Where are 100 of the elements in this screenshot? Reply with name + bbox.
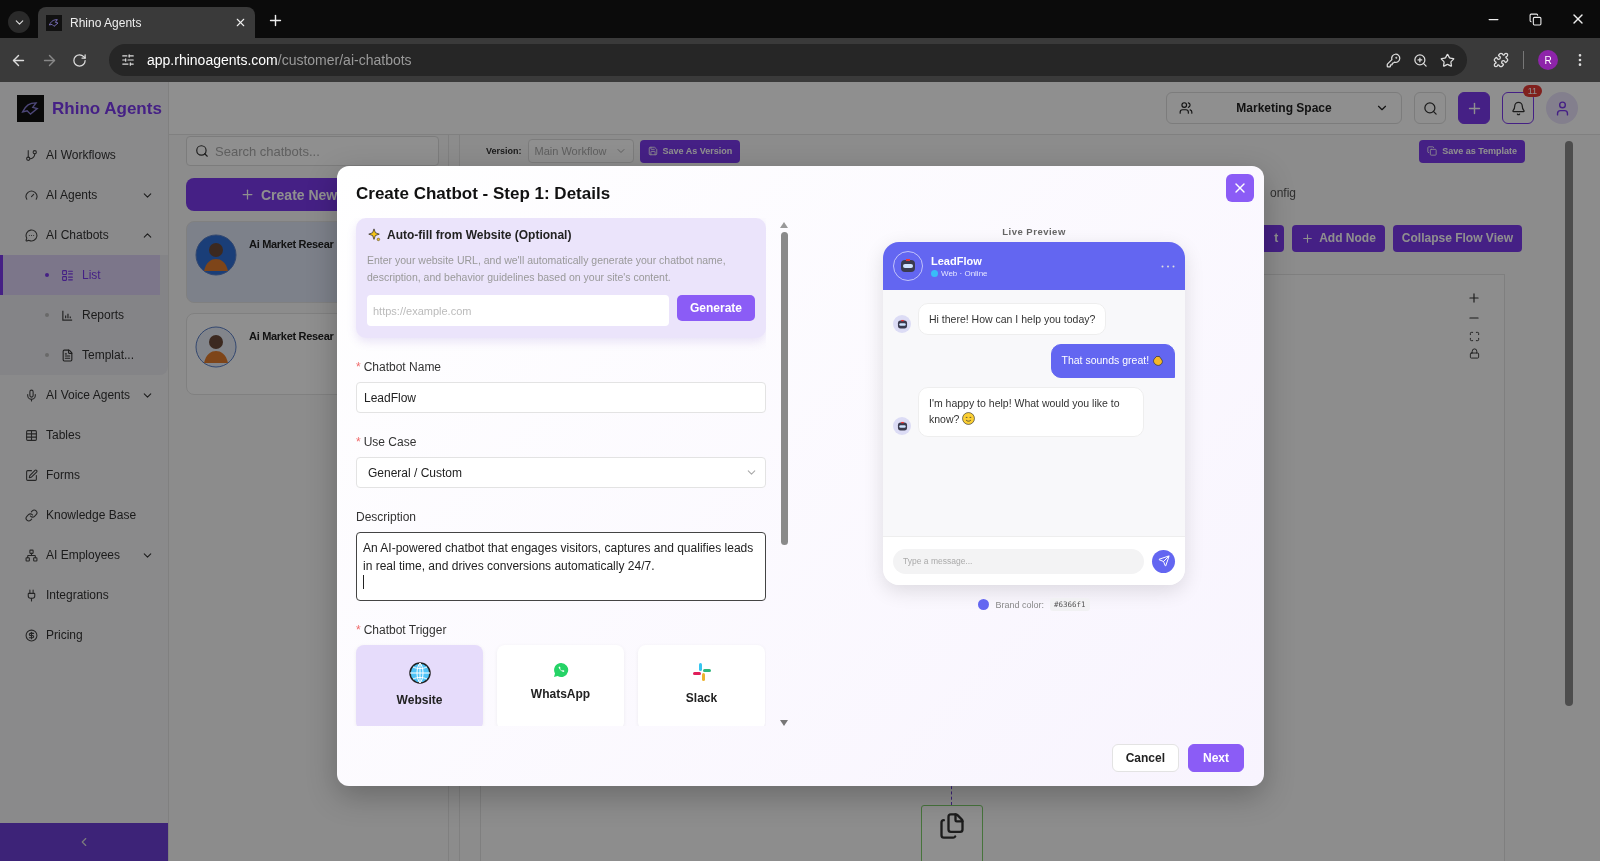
gauge-icon — [25, 188, 38, 202]
lock-icon[interactable] — [1468, 348, 1480, 359]
message-bubble: I'm happy to help! What would you like to know? — [918, 387, 1144, 437]
save-as-version-button[interactable]: Save As Version — [639, 139, 741, 163]
next-button[interactable]: Next — [1188, 744, 1244, 772]
branch-icon — [25, 148, 38, 162]
search-button[interactable] — [1414, 92, 1446, 124]
nav-subitem[interactable]: List — [0, 255, 160, 295]
bell-icon — [1510, 100, 1526, 116]
brand-name: Rhino Agents — [52, 98, 162, 119]
nav-item[interactable]: AI Employees — [0, 535, 168, 575]
nav-item[interactable]: AI Workflows — [0, 135, 168, 175]
scroll-up-icon[interactable] — [780, 222, 788, 228]
nav-item[interactable]: AI Chatbots — [0, 215, 168, 255]
save-as-template-button[interactable]: Save as Template — [1419, 139, 1525, 163]
avatar — [195, 234, 237, 276]
save-icon — [647, 146, 658, 156]
notifications-button[interactable] — [1502, 92, 1534, 124]
browser-tab[interactable]: Rhino Agents — [38, 7, 255, 38]
globe-icon — [408, 662, 431, 684]
table-icon — [25, 428, 38, 442]
user-avatar[interactable] — [1546, 92, 1578, 124]
nav-subitem[interactable]: Reports — [0, 295, 160, 335]
extensions-icon[interactable] — [1493, 52, 1509, 68]
documents-icon — [938, 812, 966, 840]
input-field[interactable]: LeadFlow — [356, 382, 766, 413]
star-icon[interactable] — [1440, 52, 1455, 68]
brand-color-dot — [978, 599, 990, 610]
microphone-icon — [25, 388, 38, 402]
trigger-option[interactable]: Website — [356, 645, 483, 726]
tab[interactable]: onfig — [1270, 186, 1297, 200]
robot-icon — [895, 317, 909, 331]
site-info-icon[interactable] — [121, 53, 135, 67]
cancel-button[interactable]: Cancel — [1111, 744, 1179, 772]
reload-icon[interactable] — [72, 52, 87, 68]
scrollbar-thumb[interactable] — [780, 232, 788, 545]
avatar — [195, 326, 237, 368]
required-mark: * — [356, 360, 361, 374]
notification-badge: 11 — [1522, 85, 1542, 97]
text-area[interactable]: An AI-powered chatbot that engages visitors, captures and qualifies leads in real time, and drives conversions automatically 24/7. — [356, 532, 766, 601]
select-field[interactable]: General / Custom — [356, 457, 766, 488]
brand-color-label: Brand color: — [995, 599, 1044, 610]
trigger-option[interactable]: Slack — [638, 645, 765, 726]
sparkle-icon — [367, 228, 381, 242]
scrollbar-thumb[interactable] — [1565, 141, 1573, 706]
version-label: Version: — [486, 146, 522, 156]
search-icon — [195, 144, 209, 158]
flow-node[interactable] — [921, 805, 983, 861]
new-tab-icon[interactable] — [267, 12, 284, 29]
logo-icon — [17, 95, 44, 122]
nav-item[interactable]: Knowledge Base — [0, 495, 168, 535]
restore-icon[interactable] — [1529, 12, 1542, 26]
send-button[interactable] — [1152, 549, 1175, 573]
preview-title: Live Preview — [1002, 226, 1066, 239]
nav-subitem[interactable]: Templat... — [0, 335, 160, 375]
key-icon[interactable] — [1386, 52, 1401, 68]
flow-button[interactable]: Collapse Flow View — [1392, 224, 1522, 252]
generate-button[interactable]: Generate — [676, 295, 755, 321]
field-label: Chatbot Name — [363, 360, 442, 374]
link-icon — [25, 508, 38, 522]
address-bar[interactable]: app.rhinoagents.com/customer/ai-chatbots — [109, 44, 1467, 76]
dollar-icon — [25, 628, 38, 642]
send-icon — [1157, 555, 1170, 567]
more-icon[interactable] — [1161, 264, 1175, 268]
workspace-select[interactable]: Marketing Space — [1166, 92, 1402, 124]
nav-item[interactable]: AI Voice Agents — [0, 375, 168, 415]
bot-name: LeadFlow — [931, 254, 983, 267]
close-button[interactable] — [1226, 174, 1254, 202]
nav-item[interactable]: Tables — [0, 415, 168, 455]
close-icon[interactable] — [234, 16, 247, 29]
chat-bubble-icon — [552, 662, 569, 678]
bot-status: Web · Online — [941, 268, 988, 278]
zoom-icon[interactable] — [1413, 52, 1428, 68]
robot-icon — [895, 419, 909, 433]
nav-item[interactable]: Integrations — [0, 575, 168, 615]
trigger-option[interactable]: WhatsApp — [497, 645, 624, 726]
scroll-down-icon[interactable] — [780, 720, 788, 726]
nav-item[interactable]: AI Agents — [0, 175, 168, 215]
nav-item[interactable]: Forms — [0, 455, 168, 495]
field-label: Use Case — [363, 435, 417, 449]
plus-icon — [1301, 231, 1315, 245]
add-button[interactable] — [1458, 92, 1490, 124]
users-icon — [1179, 101, 1193, 115]
message-bubble: Hi there! How can I help you today? — [918, 303, 1107, 335]
plus-icon — [240, 187, 255, 202]
required-mark: * — [356, 435, 361, 449]
search-icon — [1422, 100, 1438, 116]
smiley-icon — [962, 412, 976, 425]
logo-icon — [46, 14, 62, 31]
clapping-hands-icon — [1152, 354, 1164, 366]
tab-search-button[interactable] — [8, 11, 30, 33]
fit-view-icon[interactable] — [1468, 331, 1480, 342]
copy-icon — [1427, 146, 1438, 156]
nav-item[interactable]: Pricing — [0, 615, 168, 655]
bar-chart-icon — [61, 308, 74, 322]
zoom-in-icon[interactable] — [1467, 291, 1481, 305]
profile-button[interactable]: R — [1538, 50, 1558, 70]
message-bubble: That sounds great! — [1050, 344, 1175, 378]
flow-button[interactable]: Add Node — [1292, 224, 1385, 252]
field-label: Description — [356, 510, 417, 524]
